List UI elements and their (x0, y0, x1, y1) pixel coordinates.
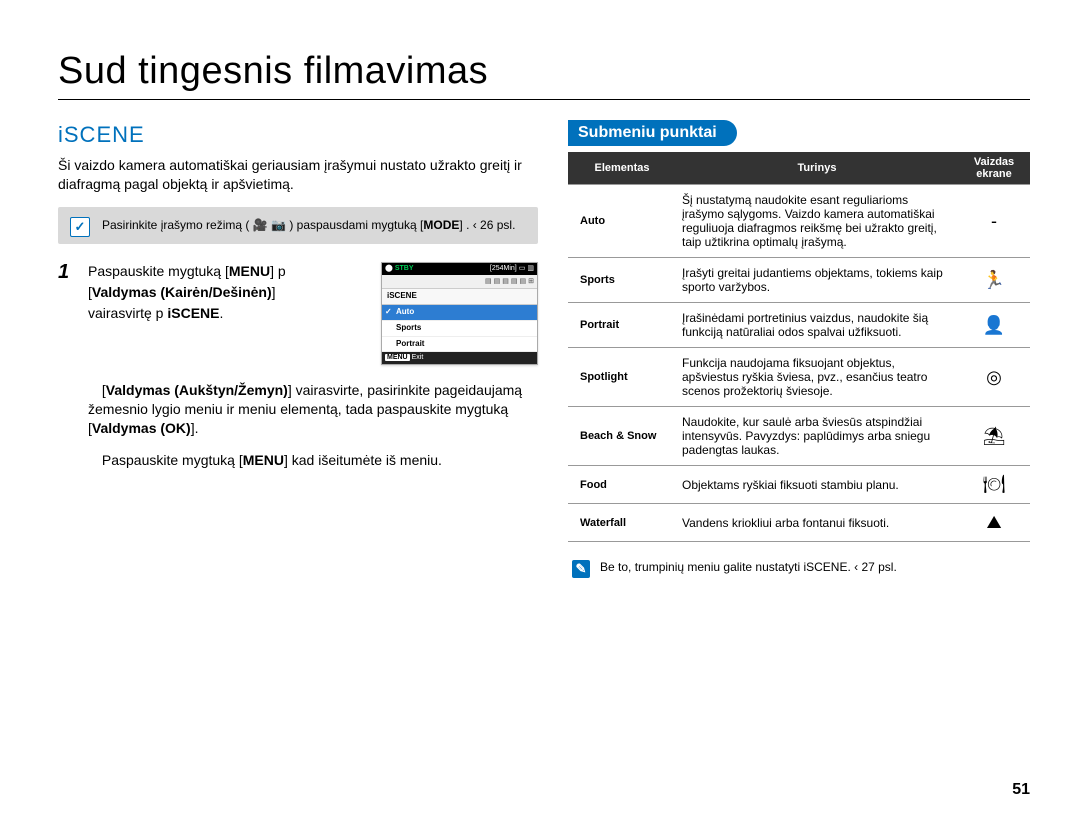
table-row: SpotlightFunkcija naudojama fiksuojant o… (568, 348, 1030, 407)
table-row: SportsĮrašyti greitai judantiems objekta… (568, 258, 1030, 303)
row-description: Objektams ryškiai fiksuoti stambiu planu… (676, 466, 958, 504)
hdr-element: Elementas (568, 152, 676, 185)
row-description: Įrašinėdami portretinius vaizdus, naudok… (676, 303, 958, 348)
video-icon: 🎥 (253, 218, 268, 232)
submenu-heading: Submeniu punktai (568, 120, 737, 146)
battery-icon: ▥ (527, 264, 534, 273)
s1-l2-post: ] (272, 284, 276, 300)
page-ref: . ‹ 26 psl. (466, 218, 515, 232)
row-element: Beach & Snow (568, 407, 676, 466)
note-text: Be to, trumpinių meniu galite nustatyti … (600, 560, 897, 574)
device-preview: ⬤ STBY [254Min] ▭ ▥ ▤ ▤ ▤ ▤ ▤ (381, 262, 538, 365)
s1-control-lr: Valdymas (Kairėn/Dešinėn) (92, 284, 272, 300)
right-column: Submeniu punktai Elementas Turinys Vaizd… (568, 120, 1030, 578)
table-row: PortraitĮrašinėdami portretinius vaizdus… (568, 303, 1030, 348)
thumb-icon: ▤ (502, 277, 509, 286)
step-2: [Valdymas (Aukštyn/Žemyn)] vairasvirte, … (88, 381, 538, 438)
section-heading: iSCENE (58, 120, 538, 150)
device-exit-row: MENUExit (382, 352, 537, 363)
submenu-table: Elementas Turinys Vaizdas ekrane AutoŠį … (568, 152, 1030, 542)
page-title: Sud tingesnis filmavimas (58, 50, 1030, 100)
step-1: 1 ⬤ STBY [254Min] ▭ ▥ ▤ (58, 262, 538, 371)
s1-l3-pre: vairasvirtę p (88, 305, 167, 321)
s2-ok: Valdymas (OK) (92, 420, 191, 436)
thumb-icon: ▤ (494, 277, 501, 286)
table-row: AutoŠį nustatymą naudokite esant regulia… (568, 185, 1030, 258)
row-description: Funkcija naudojama fiksuojant objektus, … (676, 348, 958, 407)
table-row: Beach & SnowNaudokite, kur saulė arba šv… (568, 407, 1030, 466)
row-icon: 🏃 (958, 258, 1030, 303)
step-3: Paspauskite mygtuką [MENU] kad išeitumėt… (88, 451, 538, 470)
row-element: Sports (568, 258, 676, 303)
table-row: FoodObjektams ryškiai fiksuoti stambiu p… (568, 466, 1030, 504)
row-element: Waterfall (568, 504, 676, 542)
thumb-icon: ▤ (511, 277, 518, 286)
menu-tag: MENU (385, 354, 410, 361)
s1-pre: Paspauskite mygtuką [ (88, 263, 229, 279)
table-row: WaterfallVandens kriokliui arba fontanui… (568, 504, 1030, 542)
time-label: [254Min] (490, 264, 517, 273)
hdr-icon-l1: Vaizdas (974, 156, 1014, 168)
row-icon: ◎ (958, 348, 1030, 407)
hdr-content: Turinys (676, 152, 958, 185)
page-number: 51 (1012, 781, 1030, 799)
s1-post: ] p (270, 263, 286, 279)
left-column: iSCENE Ši vaizdo kamera automatiškai ger… (58, 120, 538, 578)
record-dot-icon: ⬤ (385, 264, 393, 273)
row-element: Spotlight (568, 348, 676, 407)
thumb-icon: ▤ (520, 277, 527, 286)
thumb-icon: ▤ (485, 277, 492, 286)
note-icon: ✎ (572, 560, 590, 578)
row-element: Auto (568, 185, 676, 258)
s1-l3-end: . (219, 305, 223, 321)
s2-control-ud: Valdymas (Aukštyn/Žemyn) (106, 382, 288, 398)
step-number: 1 (58, 262, 80, 371)
s3-post: ] kad išeitumėte iš meniu. (284, 452, 442, 468)
stby-label: STBY (395, 264, 414, 273)
mode-tag: MODE (423, 218, 459, 232)
row-description: Įrašyti greitai judantiems objektams, to… (676, 258, 958, 303)
intro-text: Ši vaizdo kamera automatiškai geriausiam… (58, 156, 538, 194)
row-element: Food (568, 466, 676, 504)
device-item-portrait: Portrait (382, 337, 537, 353)
device-item-sports: Sports (382, 321, 537, 337)
s3-menu: MENU (243, 452, 284, 468)
check-icon: ✓ (70, 217, 90, 237)
shortcut-note: ✎ Be to, trumpinių meniu galite nustatyt… (568, 560, 1030, 578)
device-item-auto: Auto (382, 305, 537, 321)
row-description: Vandens kriokliui arba fontanui fiksuoti… (676, 504, 958, 542)
card-icon: ▭ (519, 264, 526, 273)
exit-label: Exit (412, 354, 424, 361)
s1-menu: MENU (229, 263, 270, 279)
callout-pre: Pasirinkite įrašymo režimą ( (102, 218, 249, 232)
s2-end: ]. (191, 420, 199, 436)
callout-post: ) paspausdami mygtuką (289, 218, 420, 232)
row-icon: 👤 (958, 303, 1030, 348)
device-menu-title: iSCENE (382, 289, 537, 305)
row-element: Portrait (568, 303, 676, 348)
photo-icon: 📷 (271, 218, 286, 232)
thumb-icon: ⊞ (528, 277, 534, 286)
row-icon: - (958, 185, 1030, 258)
row-icon: ⛱ (958, 407, 1030, 466)
s3-pre: Paspauskite mygtuką [ (102, 452, 243, 468)
s1-iscene: iSCENE (167, 305, 219, 321)
row-description: Naudokite, kur saulė arba šviesūs atspin… (676, 407, 958, 466)
hdr-icon-l2: ekrane (976, 168, 1011, 180)
row-icon: ⛰ (958, 504, 1030, 542)
callout-box: ✓ Pasirinkite įrašymo režimą ( 🎥 📷 ) pas… (58, 207, 538, 244)
row-description: Šį nustatymą naudokite esant reguliariom… (676, 185, 958, 258)
hdr-icon: Vaizdas ekrane (958, 152, 1030, 185)
row-icon: 🍽 (958, 466, 1030, 504)
